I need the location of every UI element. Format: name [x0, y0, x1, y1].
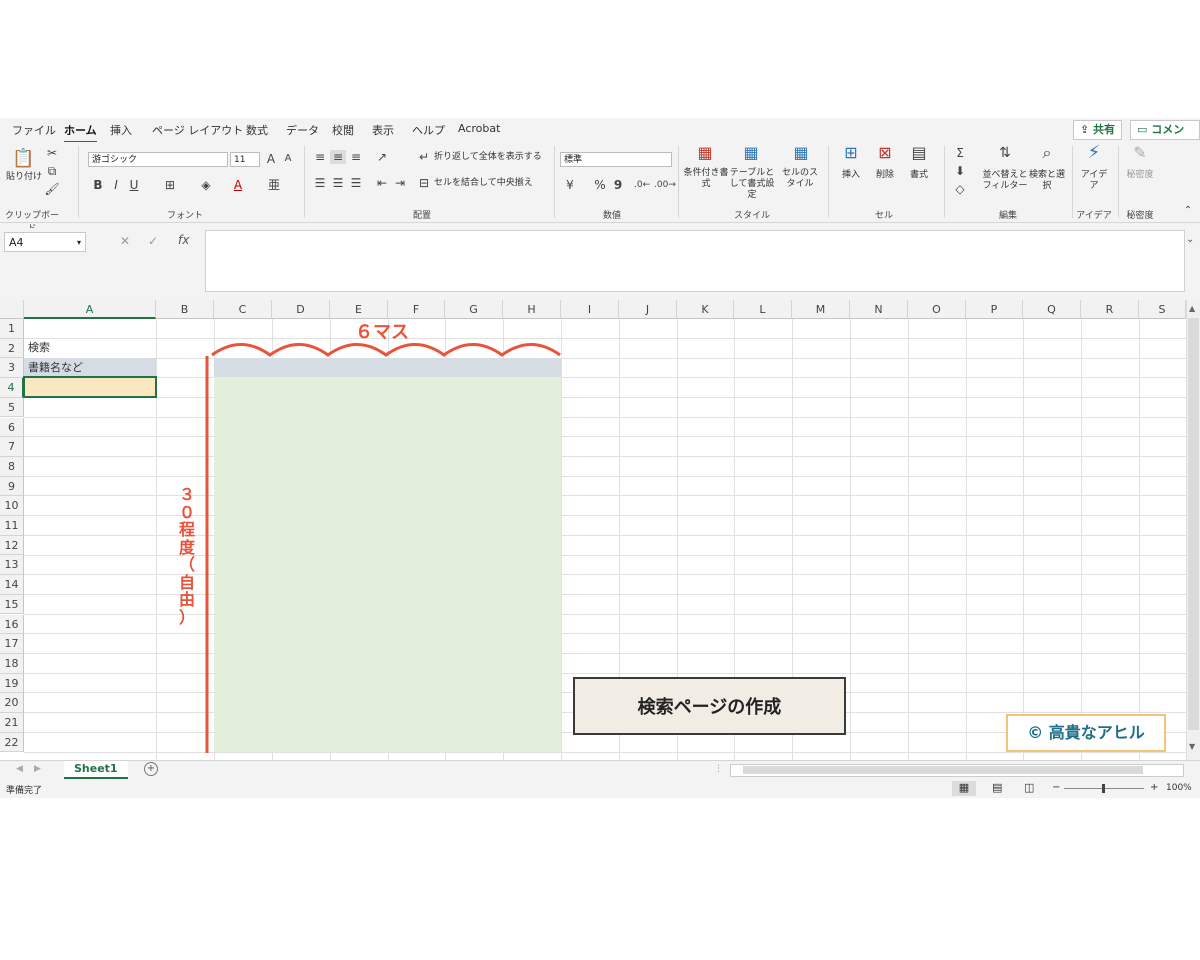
six-column-brace: [211, 343, 561, 357]
credit-badge: © 高貴なアヒル: [1006, 714, 1166, 752]
six-columns-label: ６マス: [355, 322, 409, 343]
thirty-rows-label: ３ ０ 程 度 （ 自 由 ）: [178, 485, 195, 627]
tutorial-title-box: 検索ページの作成: [573, 677, 846, 735]
annotation-layer: [205, 343, 561, 753]
